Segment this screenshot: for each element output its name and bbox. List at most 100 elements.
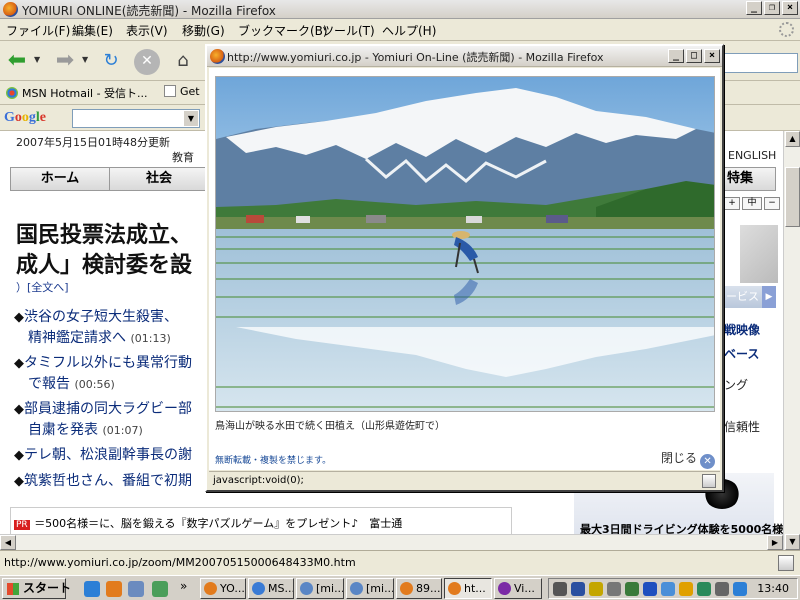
ie-icon[interactable] [84,581,100,597]
popup-minimize-button[interactable]: _ [668,49,684,63]
tab-features[interactable]: 特集 [722,167,776,191]
tray-app-icon[interactable] [625,582,639,596]
network-icon[interactable] [733,582,747,596]
news-title: 部員逮捕の同大ラグビー部 [24,401,192,417]
start-button[interactable]: スタート [2,578,71,599]
news-item[interactable]: ◆渋谷の女子短大生殺害、 精神鑑定請求へ (01:13) [14,307,178,349]
window-title: YOMIURI ONLINE(読売新聞) - Mozilla Firefox [22,4,276,18]
popup-status-bar: javascript:void(0); [209,471,720,490]
menu-file[interactable]: ファイル(F) [6,22,70,39]
bookmark-label: MSN Hotmail - 受信ト... [22,87,148,100]
nav-link-education[interactable]: 教育 [172,149,194,165]
home-icon[interactable]: ⌂ [170,49,196,75]
menu-bar: ファイル(F) 編集(E) 表示(V) 移動(G) ブックマーク(B) ツール(… [0,19,800,41]
popup-titlebar[interactable]: http://www.yomiuri.co.jp - Yomiuri On-Li… [207,46,722,67]
popup-maximize-button[interactable]: □ [686,49,702,63]
news-item[interactable]: ◆タミフル以外にも異常行動 で報告 (00:56) [14,353,192,395]
task-button[interactable]: Vi... [494,578,542,599]
menu-tools[interactable]: ツール(T) [322,22,375,39]
vertical-scrollbar[interactable]: ▲ ▼ [783,131,800,550]
app-icon[interactable] [152,581,168,597]
task-button[interactable]: [mi... [346,578,394,599]
tray-app-icon[interactable] [679,582,693,596]
english-link[interactable]: ENGLISH [728,149,776,162]
section-tabs: ホーム 社会 [10,167,210,191]
back-history-dropdown-icon[interactable]: ▼ [34,55,40,64]
news-item[interactable]: ◆部員逮捕の同大ラグビー部 自粛を発表 (01:07) [14,399,192,441]
close-button[interactable]: × [782,1,798,15]
menu-help[interactable]: ヘルプ(H) [382,22,436,39]
scroll-down-arrow-icon[interactable]: ▼ [785,534,800,550]
popup-title: http://www.yomiuri.co.jp - Yomiuri On-Li… [227,51,604,64]
minimize-button[interactable]: _ [746,1,762,15]
tray-app-icon[interactable] [643,582,657,596]
bookmark-get[interactable]: Get [164,85,200,98]
google-search-input[interactable] [72,109,200,128]
tab-home[interactable]: ホーム [11,168,110,190]
pr-ad-text: ＝500名様＝に、脳を鍛える『数字パズルゲーム』をプレゼント♪ 富士通 [34,517,403,530]
menu-go[interactable]: 移動(G) [182,22,225,39]
menu-bookmarks[interactable]: ブックマーク(B) [238,22,328,39]
tray-app-icon[interactable] [661,582,675,596]
bullet-diamond-icon: ◆ [14,448,24,463]
tray-app-icon[interactable] [697,582,711,596]
close-popup-button[interactable]: 閉じる ✕ [661,449,716,469]
forward-history-dropdown-icon[interactable]: ▼ [82,55,88,64]
menu-edit[interactable]: 編集(E) [72,22,113,39]
popup-body: 鳥海山が映る水田で続く田植え（山形県遊佐町で） 無断転載・複製を禁じます。 閉じ… [209,68,720,470]
horizontal-scrollbar[interactable]: ◀ ▶ [0,534,783,550]
font-size-larger-button[interactable]: + [724,197,740,210]
right-link-video[interactable]: 戦映像 [724,321,760,338]
tray-app-icon[interactable] [571,582,585,596]
bullet-diamond-icon: ◆ [14,310,24,325]
news-item[interactable]: ◆テレ朝、松浪副幹事長の謝 [14,445,192,466]
service-banner[interactable]: ービス [724,286,776,308]
news-title-cont: 自粛を発表 [28,422,98,438]
tray-app-icon[interactable] [715,582,729,596]
task-button-active[interactable]: ht... [444,578,492,599]
task-button[interactable]: MS... [248,578,294,599]
pr-ad-link[interactable]: PR ＝500名様＝に、脳を鍛える『数字パズルゲーム』をプレゼント♪ 富士通 [14,515,402,531]
news-title: 渋谷の女子短大生殺害、 [24,309,178,325]
news-item[interactable]: ◆筑紫哲也さん、番組で初期 [14,471,192,492]
main-window-titlebar[interactable]: YOMIURI ONLINE(読売新聞) - Mozilla Firefox _… [0,0,800,19]
font-size-smaller-button[interactable]: − [764,197,780,210]
tray-app-icon[interactable] [607,582,621,596]
stop-icon[interactable]: ✕ [134,49,160,75]
scroll-thumb[interactable] [785,167,800,227]
explorer-icon[interactable] [128,581,144,597]
scroll-right-arrow-icon[interactable]: ▶ [767,535,783,550]
reload-icon[interactable]: ↻ [98,49,124,75]
popup-close-button[interactable]: × [704,49,720,63]
scroll-left-arrow-icon[interactable]: ◀ [0,535,16,550]
top-headline[interactable]: 国民投票法成立、 成人」検討委を設 [16,221,192,281]
font-size-medium-button[interactable]: 中 [742,197,762,210]
volume-icon[interactable] [553,582,567,596]
bookmark-msn-hotmail[interactable]: MSN Hotmail - 受信ト... [6,85,148,101]
firefox-quicklaunch-icon[interactable] [106,581,122,597]
firefox-icon [3,2,18,17]
google-logo[interactable]: Google [4,110,46,126]
photo-caption: 鳥海山が映る水田で続く田植え（山形県遊佐町で） [215,421,445,432]
news-time: (01:07) [102,424,143,437]
url-bar[interactable] [722,53,798,73]
quicklaunch-more-icon[interactable]: » [180,579,187,593]
full-text-link[interactable]: ）[全文へ] [16,279,69,295]
scroll-up-arrow-icon[interactable]: ▲ [785,131,800,147]
tray-app-icon[interactable] [589,582,603,596]
menu-view[interactable]: 表示(V) [126,22,168,39]
back-arrow-icon[interactable]: ⬅ [4,49,30,75]
newspaper-thumbnail[interactable] [740,225,778,283]
msn-butterfly-icon [6,87,18,99]
restore-button[interactable]: ❐ [764,1,780,15]
right-link-database[interactable]: ベース [724,345,759,362]
right-link-ranking[interactable]: ング [724,376,748,393]
task-button[interactable]: YO... [200,578,246,599]
photo-mount-chokai-rice-field [215,76,715,412]
right-link-reliability[interactable]: 信頼性 [724,418,760,435]
task-button[interactable]: [mi... [296,578,344,599]
task-button[interactable]: 89... [396,578,442,599]
news-title: テレ朝、松浪副幹事長の謝 [24,447,192,463]
forward-arrow-icon[interactable]: ➡ [52,49,78,75]
tab-society[interactable]: 社会 [110,168,209,190]
